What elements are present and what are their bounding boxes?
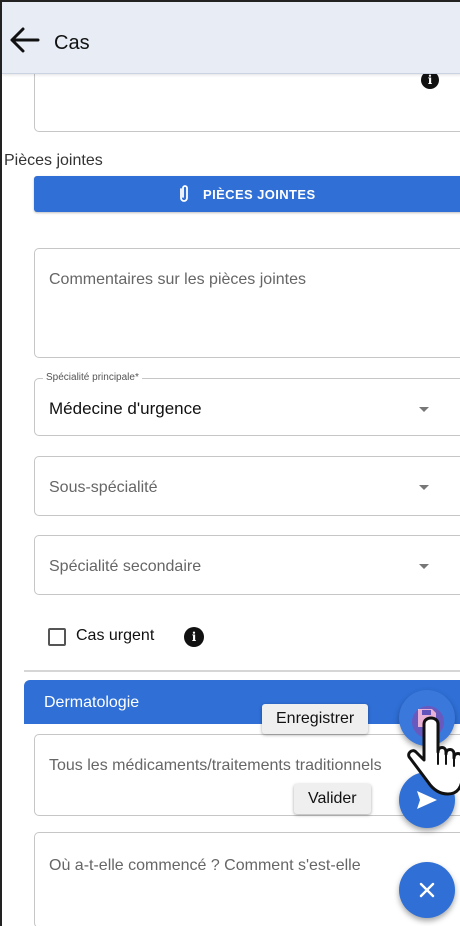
page-title: Cas	[54, 32, 90, 54]
paperclip-icon	[180, 185, 188, 202]
sub-specialty-placeholder: Sous-spécialité	[49, 479, 158, 496]
panel-divider	[24, 670, 460, 672]
secondary-specialty-placeholder: Spécialité secondaire	[49, 558, 202, 575]
case-screen: Cas i Pièces jointes PIÈCES JOINTES Comm…	[0, 0, 460, 926]
chevron-down-icon	[419, 407, 429, 412]
close-icon	[419, 882, 435, 898]
secondary-specialty-select[interactable]: Spécialité secondaire	[34, 535, 460, 595]
attachments-comments-field[interactable]: Commentaires sur les pièces jointes	[34, 248, 460, 358]
close-fab-button[interactable]	[399, 862, 455, 918]
dermatology-title: Dermatologie	[44, 694, 140, 711]
main-specialty-select[interactable]: Spécialité principale* Médecine d'urgenc…	[34, 372, 460, 436]
arrow-left-icon	[10, 27, 40, 53]
urgent-checkbox[interactable]	[48, 628, 66, 646]
onset-field[interactable]: Où a-t-elle commencé ? Comment s'est-ell…	[34, 832, 460, 926]
attachments-comments-placeholder: Commentaires sur les pièces jointes	[49, 271, 306, 288]
onset-placeholder: Où a-t-elle commencé ? Comment s'est-ell…	[49, 857, 361, 874]
app-bar: Cas	[2, 2, 460, 74]
back-button[interactable]	[10, 26, 42, 54]
chevron-down-icon	[419, 564, 429, 569]
attachments-button-label: PIÈCES JOINTES	[203, 187, 316, 202]
urgent-label[interactable]: Cas urgent	[76, 627, 154, 645]
dermatology-section-header[interactable]: Dermatologie	[24, 680, 460, 724]
description-field[interactable]: i	[34, 66, 460, 132]
info-icon[interactable]: i	[184, 627, 204, 647]
main-specialty-legend: Spécialité principale*	[43, 372, 142, 383]
hand-pointer-icon	[407, 706, 460, 796]
validate-tooltip: Valider	[294, 784, 371, 814]
traditional-treatments-placeholder: Tous les médicaments/traitements traditi…	[49, 757, 382, 774]
main-specialty-value: Médecine d'urgence	[49, 399, 202, 418]
attachments-section-label: Pièces jointes	[4, 152, 103, 169]
attachments-button[interactable]: PIÈCES JOINTES	[34, 176, 460, 212]
save-tooltip: Enregistrer	[262, 704, 369, 734]
sub-specialty-select[interactable]: Sous-spécialité	[34, 456, 460, 516]
chevron-down-icon	[419, 485, 429, 490]
traditional-treatments-field[interactable]: Tous les médicaments/traitements traditi…	[34, 734, 460, 816]
